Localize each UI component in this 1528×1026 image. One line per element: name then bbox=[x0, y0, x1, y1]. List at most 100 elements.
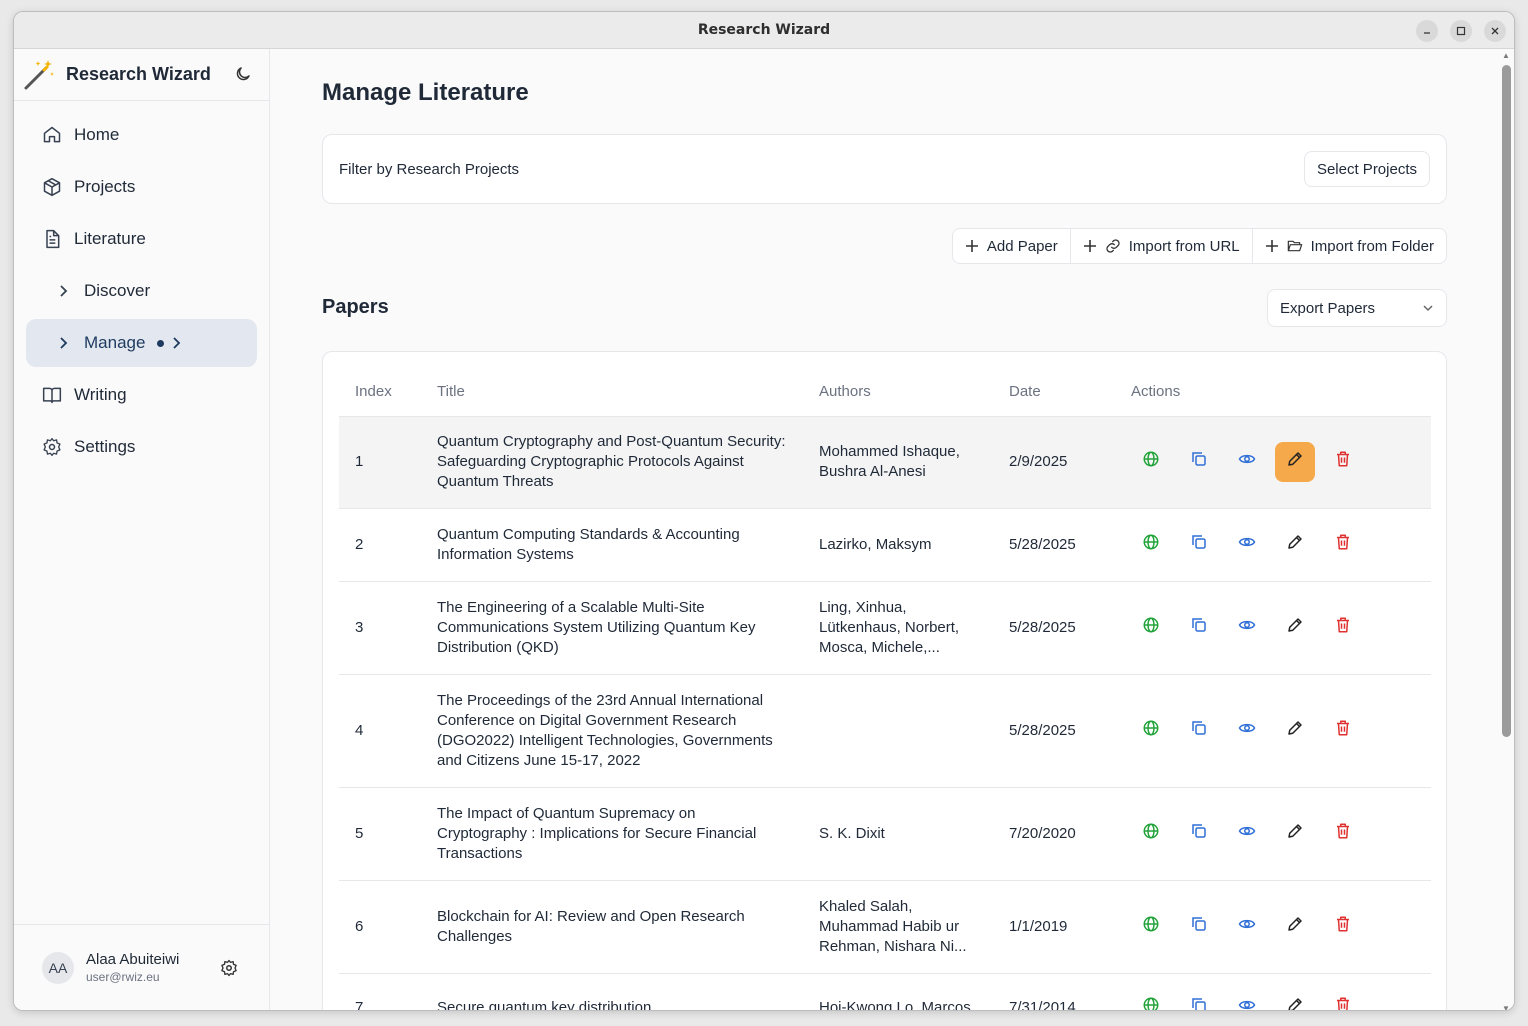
moon-icon[interactable] bbox=[234, 65, 252, 83]
cell-actions bbox=[1115, 507, 1431, 581]
cell-title: Secure quantum key distribution bbox=[421, 972, 803, 1010]
view-button[interactable] bbox=[1227, 525, 1267, 565]
page-title: Manage Literature bbox=[322, 79, 529, 106]
copy-icon bbox=[1190, 533, 1208, 557]
cell-title: Blockchain for AI: Review and Open Resea… bbox=[421, 879, 803, 973]
view-button[interactable] bbox=[1227, 711, 1267, 751]
edit-button[interactable] bbox=[1275, 711, 1315, 751]
table-row[interactable]: 1 Quantum Cryptography and Post-Quantum … bbox=[339, 415, 1431, 508]
papers-table: Index Title Authors Date Actions 1 Quant… bbox=[339, 368, 1431, 1010]
open-web-button[interactable] bbox=[1131, 814, 1171, 854]
folder-open-icon bbox=[1287, 240, 1302, 252]
user-info: Alaa Abuiteiwi user@rwiz.eu bbox=[86, 951, 179, 984]
cell-actions bbox=[1115, 786, 1431, 880]
trash-icon bbox=[1334, 822, 1352, 846]
cell-title: The Impact of Quantum Supremacy on Crypt… bbox=[421, 786, 803, 880]
column-header-index[interactable]: Index bbox=[339, 368, 421, 416]
cell-authors: S. K. Dixit bbox=[803, 786, 993, 880]
sidebar-item-literature[interactable]: Literature bbox=[26, 215, 257, 263]
cell-date: 5/28/2025 bbox=[993, 507, 1115, 581]
maximize-button[interactable] bbox=[1450, 20, 1472, 42]
edit-button[interactable] bbox=[1275, 907, 1315, 947]
table-row[interactable]: 3 The Engineering of a Scalable Multi-Si… bbox=[339, 580, 1431, 674]
sidebar-item-writing[interactable]: Writing bbox=[26, 371, 257, 419]
close-button[interactable] bbox=[1484, 20, 1506, 42]
add-paper-label: Add Paper bbox=[986, 237, 1058, 255]
open-web-button[interactable] bbox=[1131, 608, 1171, 648]
column-header-title[interactable]: Title bbox=[421, 368, 803, 416]
edit-button[interactable] bbox=[1275, 442, 1315, 482]
table-row[interactable]: 7 Secure quantum key distribution Hoi-Kw… bbox=[339, 972, 1431, 1010]
cell-index: 1 bbox=[339, 415, 421, 508]
table-row[interactable]: 2 Quantum Computing Standards & Accounti… bbox=[339, 507, 1431, 581]
edit-button[interactable] bbox=[1275, 608, 1315, 648]
table-row[interactable]: 6 Blockchain for AI: Review and Open Res… bbox=[339, 879, 1431, 973]
delete-button[interactable] bbox=[1323, 988, 1363, 1010]
view-button[interactable] bbox=[1227, 814, 1267, 854]
export-papers-select[interactable]: Export Papers bbox=[1267, 289, 1447, 327]
trash-icon bbox=[1334, 719, 1352, 743]
copy-icon bbox=[1190, 450, 1208, 474]
table-row[interactable]: 5 The Impact of Quantum Supremacy on Cry… bbox=[339, 786, 1431, 880]
pencil-icon bbox=[1286, 616, 1304, 640]
select-projects-button[interactable]: Select Projects bbox=[1303, 151, 1430, 187]
sidebar-item-discover[interactable]: Discover bbox=[26, 267, 257, 315]
add-paper-button[interactable]: Add Paper bbox=[953, 229, 1071, 263]
copy-button[interactable] bbox=[1179, 907, 1219, 947]
edit-button[interactable] bbox=[1275, 814, 1315, 854]
view-button[interactable] bbox=[1227, 442, 1267, 482]
column-header-actions: Actions bbox=[1131, 383, 1181, 401]
user-settings-gear-icon[interactable] bbox=[220, 959, 238, 977]
cell-date: 7/31/2014 bbox=[993, 972, 1115, 1010]
sidebar-item-projects[interactable]: Projects bbox=[26, 163, 257, 211]
copy-button[interactable] bbox=[1179, 988, 1219, 1010]
scrollbar-thumb[interactable] bbox=[1502, 65, 1511, 737]
copy-button[interactable] bbox=[1179, 525, 1219, 565]
cell-date: 5/28/2025 bbox=[993, 673, 1115, 787]
open-web-button[interactable] bbox=[1131, 525, 1171, 565]
open-web-button[interactable] bbox=[1131, 988, 1171, 1010]
edit-button[interactable] bbox=[1275, 988, 1315, 1010]
table-row[interactable]: 4 The Proceedings of the 23rd Annual Int… bbox=[339, 673, 1431, 787]
minimize-button[interactable] bbox=[1416, 20, 1438, 42]
import-folder-button[interactable]: Import from Folder bbox=[1253, 229, 1446, 263]
scroll-up-arrow[interactable]: ▲ bbox=[1502, 51, 1510, 60]
scroll-down-arrow[interactable]: ▼ bbox=[1502, 1004, 1510, 1010]
sidebar-item-home[interactable]: Home bbox=[26, 111, 257, 159]
delete-button[interactable] bbox=[1323, 525, 1363, 565]
pencil-icon bbox=[1286, 533, 1304, 557]
minimize-icon bbox=[1424, 32, 1430, 34]
active-indicator-dot bbox=[157, 339, 165, 347]
copy-button[interactable] bbox=[1179, 608, 1219, 648]
view-button[interactable] bbox=[1227, 988, 1267, 1010]
delete-button[interactable] bbox=[1323, 711, 1363, 751]
open-web-button[interactable] bbox=[1131, 442, 1171, 482]
copy-button[interactable] bbox=[1179, 711, 1219, 751]
delete-button[interactable] bbox=[1323, 814, 1363, 854]
pencil-icon bbox=[1286, 822, 1304, 846]
open-web-button[interactable] bbox=[1131, 711, 1171, 751]
open-web-button[interactable] bbox=[1131, 907, 1171, 947]
sidebar-item-settings[interactable]: Settings bbox=[26, 423, 257, 471]
trash-icon bbox=[1334, 996, 1352, 1010]
column-header-authors[interactable]: Authors bbox=[803, 368, 993, 416]
document-icon bbox=[46, 229, 60, 249]
view-button[interactable] bbox=[1227, 907, 1267, 947]
view-button[interactable] bbox=[1227, 608, 1267, 648]
copy-button[interactable] bbox=[1179, 814, 1219, 854]
globe-icon bbox=[1142, 616, 1160, 640]
import-url-button[interactable]: Import from URL bbox=[1071, 229, 1253, 263]
copy-button[interactable] bbox=[1179, 442, 1219, 482]
avatar: AA bbox=[42, 951, 74, 984]
delete-button[interactable] bbox=[1323, 442, 1363, 482]
sidebar-item-manage[interactable]: Manage bbox=[26, 319, 257, 367]
user-profile[interactable]: AA Alaa Abuiteiwi user@rwiz.eu bbox=[14, 924, 269, 1010]
edit-button[interactable] bbox=[1275, 525, 1315, 565]
delete-button[interactable] bbox=[1323, 608, 1363, 648]
copy-icon bbox=[1190, 719, 1208, 743]
eye-icon bbox=[1238, 719, 1256, 743]
trash-icon bbox=[1334, 616, 1352, 640]
column-header-date[interactable]: Date bbox=[993, 368, 1115, 416]
delete-button[interactable] bbox=[1323, 907, 1363, 947]
vertical-scrollbar[interactable]: ▲ ▼ bbox=[1500, 51, 1512, 1010]
